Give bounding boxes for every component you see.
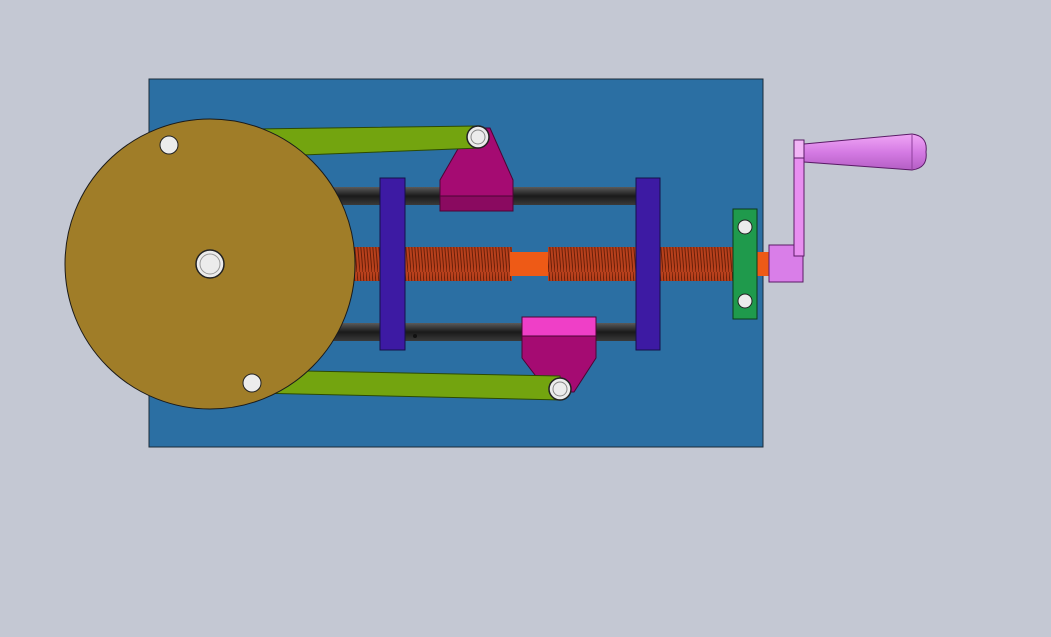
- bearing-block: [732, 208, 758, 320]
- pin-upper: [466, 125, 490, 149]
- crank-handle-icon: [768, 133, 927, 283]
- cad-viewport[interactable]: [0, 0, 1051, 637]
- guide-plate-right: [635, 177, 661, 351]
- guide-plate-left: [379, 177, 406, 351]
- pin-lower: [548, 377, 572, 401]
- disc-icon: [64, 118, 356, 410]
- threaded-rod-icon: [350, 247, 775, 281]
- mechanism-drawing: [64, 78, 927, 448]
